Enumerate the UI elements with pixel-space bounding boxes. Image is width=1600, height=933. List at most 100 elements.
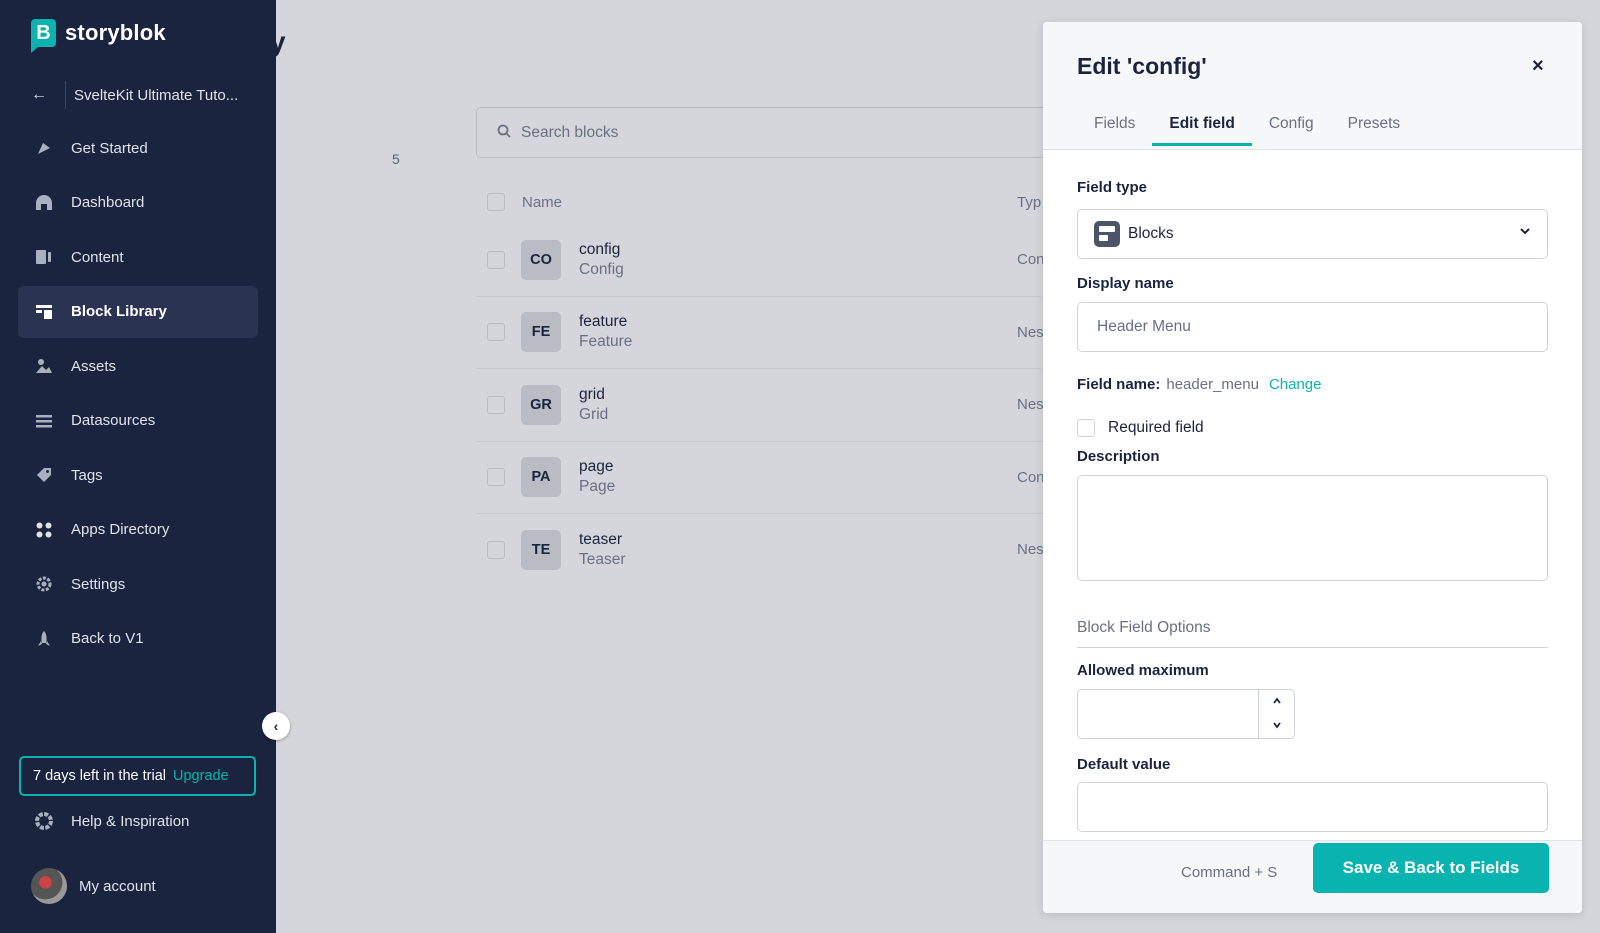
description-label: Description xyxy=(1077,448,1160,465)
arrow-left-icon[interactable]: ← xyxy=(31,86,57,104)
assets-icon xyxy=(35,357,53,375)
rocket-icon xyxy=(35,630,53,648)
list-item[interactable]: FE feature Feature Nes xyxy=(476,297,1076,369)
shortcut-hint: Command + S xyxy=(1181,864,1278,881)
field-name-value: header_menu xyxy=(1166,376,1259,393)
avatar xyxy=(31,868,67,904)
modal-title: Edit 'config' xyxy=(1077,53,1207,79)
block-type: Con xyxy=(1017,251,1045,268)
account-label: My account xyxy=(79,877,156,895)
list-header: Name Typ xyxy=(476,180,1076,224)
column-header-type: Typ xyxy=(1017,193,1042,211)
save-back-to-fields-button[interactable]: Save & Back to Fields xyxy=(1313,843,1549,893)
block-badge: PA xyxy=(521,457,561,498)
block-type: Nes xyxy=(1017,396,1044,413)
datasources-icon xyxy=(35,412,53,430)
field-type-label: Field type xyxy=(1077,179,1148,196)
chevron-up-icon[interactable] xyxy=(1272,697,1282,708)
sidebar-item-back-to-v1[interactable]: Back to V1 xyxy=(18,613,258,665)
chevron-down-icon[interactable] xyxy=(1272,721,1282,732)
sidebar-item-get-started[interactable]: Get Started xyxy=(18,122,258,174)
block-list: Name Typ CO config Config Con FE feature F… xyxy=(476,180,1076,587)
row-checkbox[interactable] xyxy=(487,468,505,487)
sidebar-item-settings[interactable]: Settings xyxy=(18,558,258,610)
default-value-field[interactable] xyxy=(1077,782,1548,832)
sidebar-item-apps-directory[interactable]: Apps Directory xyxy=(18,504,258,556)
apps-icon xyxy=(35,521,53,539)
sidebar-item-label: Dashboard xyxy=(71,194,145,211)
block-field-options-heading: Block Field Options xyxy=(1077,619,1211,636)
select-all-checkbox[interactable] xyxy=(487,193,505,211)
space-switcher[interactable]: ← SvelteKit Ultimate Tuto... xyxy=(31,80,261,110)
block-type: Nes xyxy=(1017,541,1044,558)
allowed-maximum-label: Allowed maximum xyxy=(1077,662,1209,679)
field-name-row: Field name: header_menu Change xyxy=(1077,376,1321,393)
sidebar-nav: Get Started Dashboard Content Block Libr… xyxy=(18,122,258,667)
sidebar-item-label: Datasources xyxy=(71,412,156,429)
collapse-sidebar-button[interactable]: ‹ xyxy=(262,712,290,740)
content-icon xyxy=(35,248,53,266)
sidebar-item-assets[interactable]: Assets xyxy=(18,340,258,392)
modal-body: Field type Blocks Display name Header Me… xyxy=(1077,150,1549,840)
edit-block-modal: Edit 'config' × Fields Edit field Config… xyxy=(1043,22,1582,913)
block-name: config xyxy=(579,240,621,258)
sidebar: B storyblok ← SvelteKit Ultimate Tuto...… xyxy=(0,0,276,933)
required-field-toggle[interactable]: Required field xyxy=(1077,419,1204,437)
search-input[interactable]: Search blocks xyxy=(476,107,1076,158)
rocket-hand-icon xyxy=(35,139,53,157)
field-type-value: Blocks xyxy=(1128,225,1174,242)
sidebar-item-datasources[interactable]: Datasources xyxy=(18,395,258,447)
required-label: Required field xyxy=(1108,419,1204,436)
tab-presets[interactable]: Presets xyxy=(1331,115,1418,146)
blocks-icon xyxy=(1094,221,1120,247)
field-name-label: Field name: xyxy=(1077,376,1161,393)
close-icon[interactable]: × xyxy=(1532,55,1544,78)
sidebar-item-account[interactable]: My account xyxy=(31,868,156,904)
sidebar-item-content[interactable]: Content xyxy=(18,231,258,283)
sidebar-item-dashboard[interactable]: Dashboard xyxy=(18,177,258,229)
block-type: Con xyxy=(1017,468,1045,486)
block-display-name: Grid xyxy=(579,405,609,423)
tab-edit-field[interactable]: Edit field xyxy=(1152,115,1252,146)
row-checkbox[interactable] xyxy=(487,323,505,342)
quantity-stepper[interactable] xyxy=(1258,690,1294,738)
required-checkbox[interactable] xyxy=(1077,419,1095,437)
row-checkbox[interactable] xyxy=(487,250,505,269)
sidebar-item-block-library[interactable]: Block Library xyxy=(18,285,258,338)
logo-text: storyblok xyxy=(65,20,166,45)
sidebar-item-label: Content xyxy=(71,248,124,266)
list-item[interactable]: PA page Page Con xyxy=(476,442,1076,514)
gear-icon xyxy=(35,575,53,593)
tab-fields[interactable]: Fields xyxy=(1077,115,1152,146)
display-name-label: Display name xyxy=(1077,275,1174,292)
block-name: teaser xyxy=(579,531,623,549)
tab-config[interactable]: Config xyxy=(1252,115,1331,146)
row-checkbox[interactable] xyxy=(487,541,505,560)
page-title: y xyxy=(270,26,286,57)
sidebar-item-label: Block Library xyxy=(71,303,167,320)
display-name-field[interactable]: Header Menu xyxy=(1077,302,1548,352)
block-count: 5 xyxy=(392,151,400,167)
description-textarea[interactable] xyxy=(1077,475,1548,581)
row-checkbox[interactable] xyxy=(487,395,505,414)
sidebar-item-help[interactable]: Help & Inspiration xyxy=(35,812,189,830)
allowed-maximum-input[interactable] xyxy=(1077,689,1295,739)
sidebar-item-tags[interactable]: Tags xyxy=(18,449,258,501)
list-item[interactable]: TE teaser Teaser Nes xyxy=(476,514,1076,587)
storyblok-logo[interactable]: B storyblok xyxy=(31,19,166,53)
list-item[interactable]: CO config Config Con xyxy=(476,224,1076,297)
lifebuoy-icon xyxy=(35,812,53,830)
change-field-name-link[interactable]: Change xyxy=(1269,376,1322,393)
chevron-down-icon xyxy=(1519,225,1531,240)
search-placeholder: Search blocks xyxy=(521,123,619,141)
default-value-label: Default value xyxy=(1077,756,1171,773)
upgrade-link[interactable]: Upgrade xyxy=(173,768,229,784)
sidebar-item-label: Back to V1 xyxy=(71,630,144,647)
field-type-select[interactable]: Blocks xyxy=(1077,209,1548,259)
chevron-left-icon: ‹ xyxy=(273,718,279,734)
space-name: SvelteKit Ultimate Tuto... xyxy=(74,86,239,104)
list-item[interactable]: GR grid Grid Nes xyxy=(476,369,1076,442)
block-name: page xyxy=(579,458,614,476)
block-badge: TE xyxy=(521,530,561,571)
block-type: Nes xyxy=(1017,323,1044,341)
